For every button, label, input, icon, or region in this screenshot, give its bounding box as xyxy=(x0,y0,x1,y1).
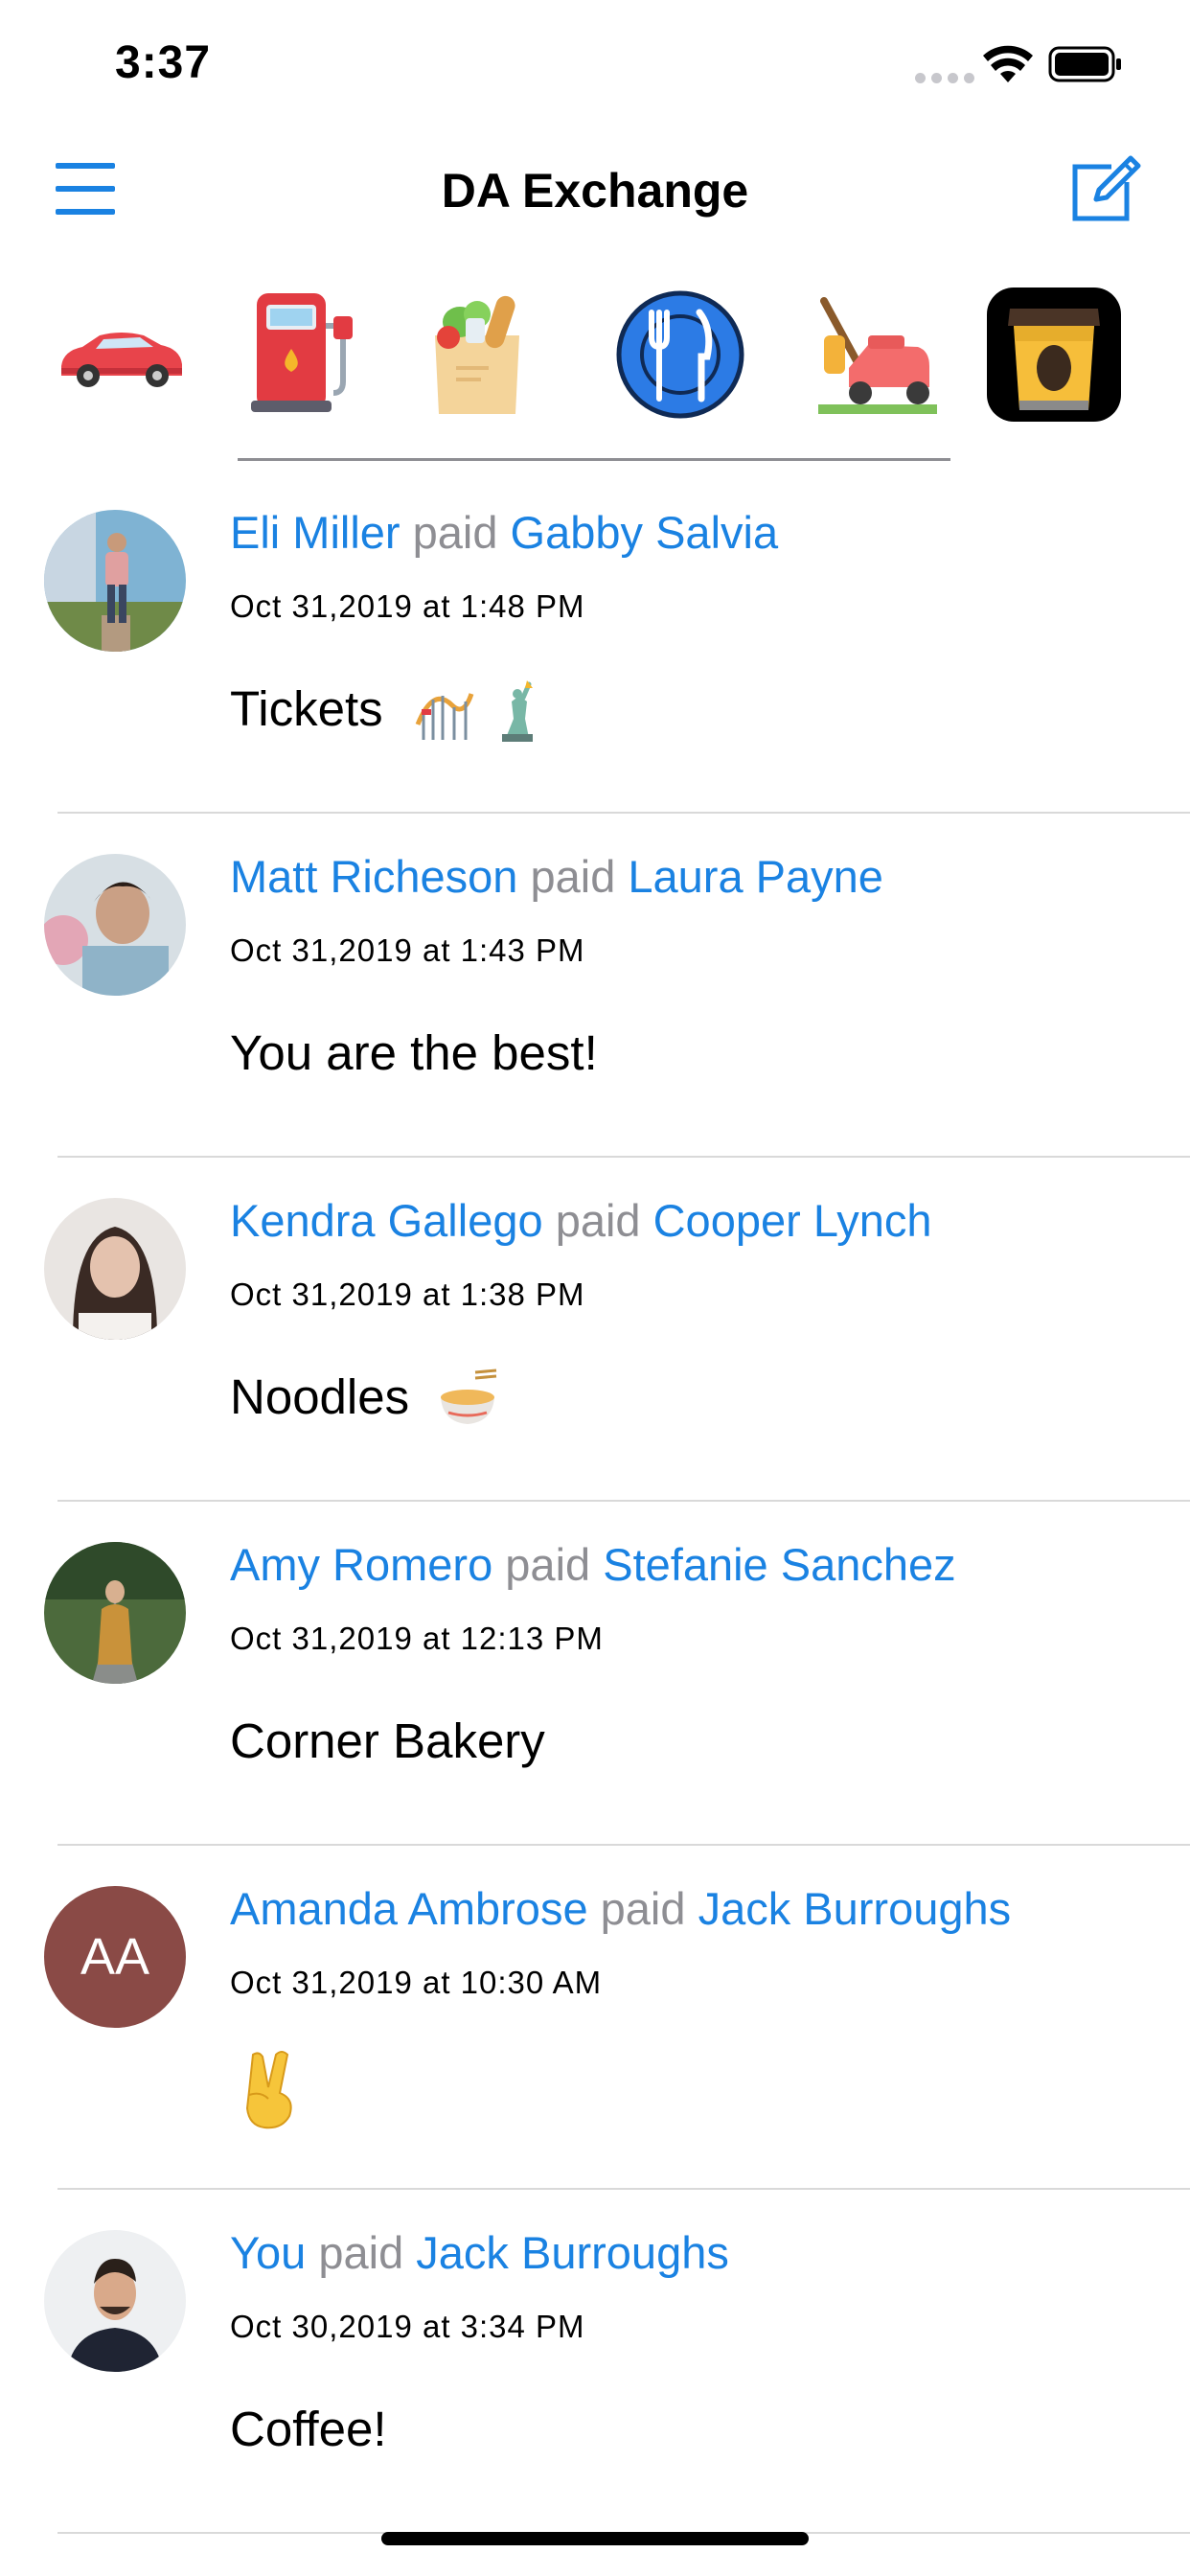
category-lawn-care[interactable] xyxy=(811,288,945,422)
transaction-note: Corner Bakery xyxy=(230,1714,545,1768)
category-dining[interactable] xyxy=(613,288,747,422)
transaction-row[interactable]: Eli Miller paid Gabby Salvia Oct 31,2019… xyxy=(0,470,1190,814)
battery-icon xyxy=(1048,46,1121,82)
payee-link[interactable]: Cooper Lynch xyxy=(653,1195,932,1246)
transaction-parties: Matt Richeson paid Laura Payne xyxy=(230,850,883,903)
avatar[interactable]: AA xyxy=(44,1886,186,2028)
user-photo xyxy=(44,1542,186,1684)
category-groceries[interactable] xyxy=(410,288,544,422)
transaction-row[interactable]: AA Amanda Ambrose paid Jack Burroughs Oc… xyxy=(0,1846,1190,2190)
lawn-mower-icon xyxy=(818,297,937,414)
transaction-feed: Eli Miller paid Gabby Salvia Oct 31,2019… xyxy=(0,470,1190,2534)
transaction-note: You are the best! xyxy=(230,1025,598,1080)
payee-link[interactable]: Stefanie Sanchez xyxy=(603,1539,955,1590)
transaction-row[interactable]: You paid Jack Burroughs Oct 30,2019 at 3… xyxy=(0,2190,1190,2534)
avatar[interactable] xyxy=(44,510,186,652)
transaction-parties: Kendra Gallego paid Cooper Lynch xyxy=(230,1194,932,1247)
category-coffee[interactable] xyxy=(987,288,1121,422)
sports-car-icon xyxy=(61,333,182,387)
roller-coaster-icon xyxy=(415,693,474,740)
user-photo xyxy=(44,854,186,996)
fork-knife-plate-icon xyxy=(616,290,744,419)
payee-link[interactable]: Jack Burroughs xyxy=(698,1883,1012,1934)
payer-link[interactable]: Kendra Gallego xyxy=(230,1195,543,1246)
category-bar xyxy=(0,288,1190,441)
transaction-parties: You paid Jack Burroughs xyxy=(230,2226,729,2279)
victory-hand-icon xyxy=(245,2051,292,2129)
transaction-note: Coffee! xyxy=(230,2402,387,2456)
category-bar-underline xyxy=(238,458,950,461)
transaction-timestamp: Oct 31,2019 at 10:30 AM xyxy=(230,1965,603,2000)
transaction-timestamp: Oct 31,2019 at 1:38 PM xyxy=(230,1276,585,1312)
category-gas[interactable] xyxy=(234,288,368,422)
statue-of-liberty-icon xyxy=(502,680,533,742)
transaction-note: Tickets xyxy=(230,681,383,736)
transaction-parties: Amanda Ambrose paid Jack Burroughs xyxy=(230,1882,1011,1935)
transaction-parties: Eli Miller paid Gabby Salvia xyxy=(230,506,778,559)
transaction-row[interactable]: Kendra Gallego paid Cooper Lynch Oct 31,… xyxy=(0,1158,1190,1502)
payer-link[interactable]: Matt Richeson xyxy=(230,851,517,902)
paid-label: paid xyxy=(555,1195,641,1246)
avatar[interactable] xyxy=(44,854,186,996)
avatar[interactable] xyxy=(44,1198,186,1340)
paid-label: paid xyxy=(318,2227,404,2278)
user-photo xyxy=(44,510,186,652)
transaction-timestamp: Oct 30,2019 at 3:34 PM xyxy=(230,2309,585,2344)
navigation-bar: DA Exchange xyxy=(0,125,1190,268)
transaction-row[interactable]: Matt Richeson paid Laura Payne Oct 31,20… xyxy=(0,814,1190,1158)
coffee-cup-icon xyxy=(987,288,1121,422)
transaction-timestamp: Oct 31,2019 at 1:48 PM xyxy=(230,588,585,624)
wifi-icon xyxy=(983,45,1033,82)
transaction-timestamp: Oct 31,2019 at 12:13 PM xyxy=(230,1621,604,1656)
cellular-signal-icon xyxy=(915,73,974,83)
payee-link[interactable]: Laura Payne xyxy=(628,851,883,902)
paid-label: paid xyxy=(412,507,498,558)
paid-label: paid xyxy=(505,1539,591,1590)
home-indicator xyxy=(381,2532,809,2545)
payer-link[interactable]: You xyxy=(230,2227,306,2278)
user-photo xyxy=(44,1198,186,1340)
payer-link[interactable]: Amanda Ambrose xyxy=(230,1883,588,1934)
transaction-note: Noodles xyxy=(230,1369,410,1424)
avatar[interactable] xyxy=(44,1542,186,1684)
status-bar: 3:37 xyxy=(0,0,1190,125)
compose-icon[interactable] xyxy=(1069,151,1142,224)
transaction-row[interactable]: Amy Romero paid Stefanie Sanchez Oct 31,… xyxy=(0,1502,1190,1846)
transaction-parties: Amy Romero paid Stefanie Sanchez xyxy=(230,1538,956,1591)
category-sports-car[interactable] xyxy=(54,288,188,422)
payee-link[interactable]: Jack Burroughs xyxy=(416,2227,729,2278)
groceries-icon xyxy=(435,295,519,414)
paid-label: paid xyxy=(530,851,616,902)
noodle-bowl-icon xyxy=(441,1368,497,1424)
status-time: 3:37 xyxy=(115,37,212,88)
user-photo xyxy=(44,2230,186,2372)
payer-link[interactable]: Eli Miller xyxy=(230,507,400,558)
avatar[interactable] xyxy=(44,2230,186,2372)
gas-pump-icon xyxy=(251,293,353,412)
page-title: DA Exchange xyxy=(441,164,749,218)
avatar-initials: AA xyxy=(44,1886,186,2028)
payee-link[interactable]: Gabby Salvia xyxy=(511,507,779,558)
transaction-timestamp: Oct 31,2019 at 1:43 PM xyxy=(230,932,585,968)
paid-label: paid xyxy=(600,1883,686,1934)
payer-link[interactable]: Amy Romero xyxy=(230,1539,492,1590)
